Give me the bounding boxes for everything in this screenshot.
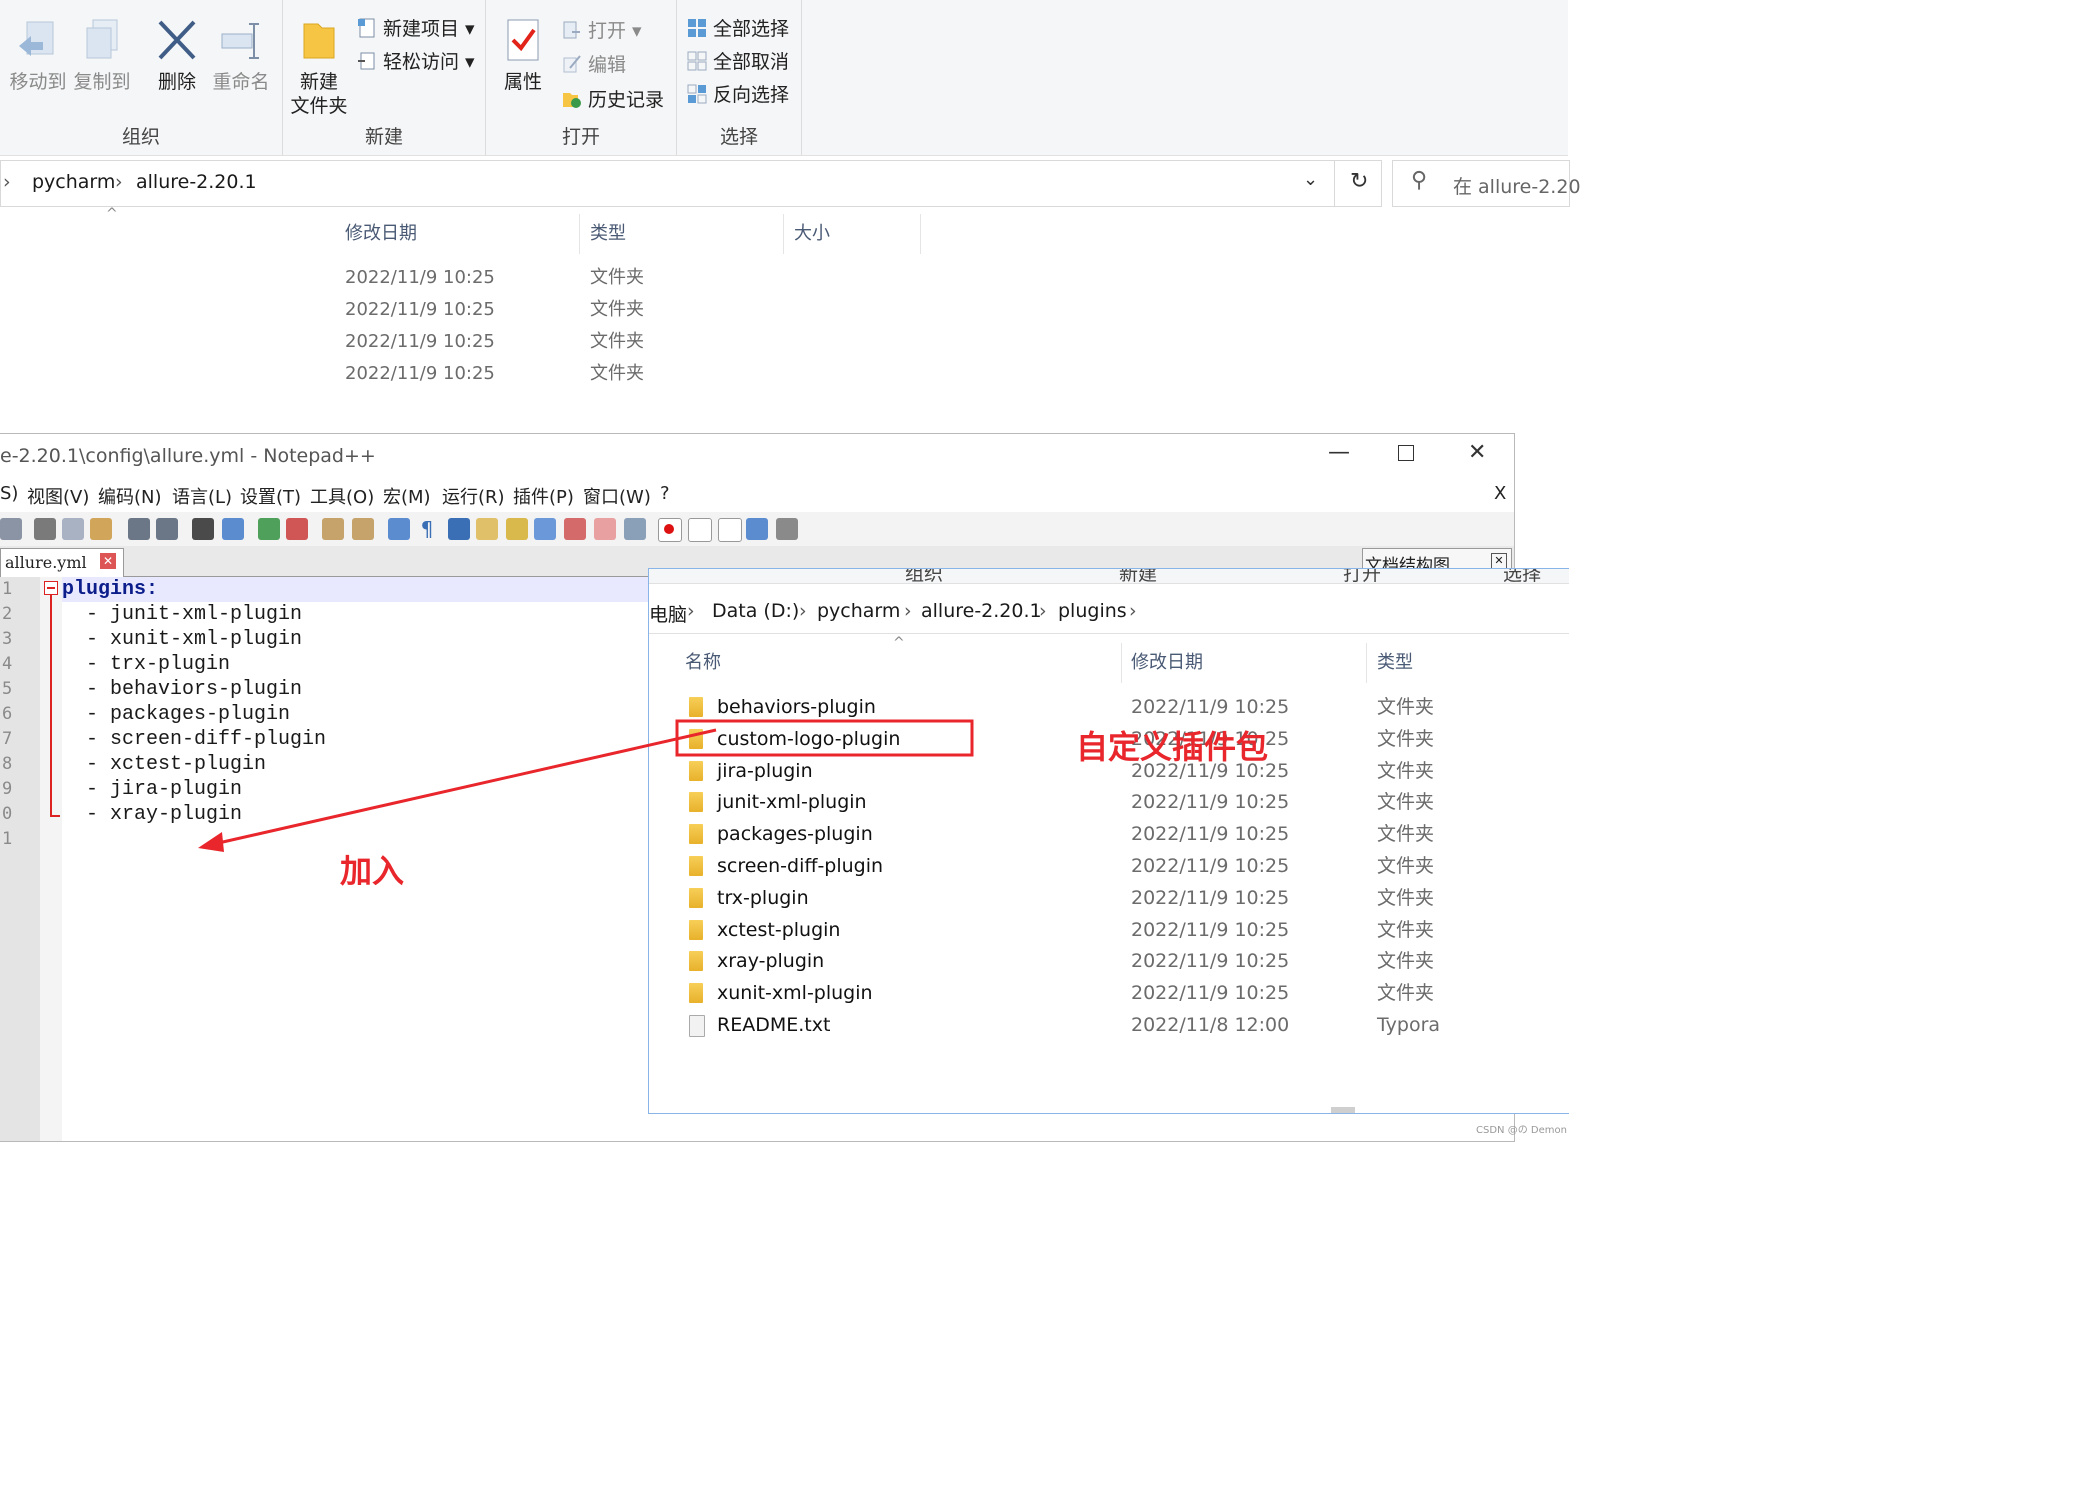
arrow-head	[198, 832, 224, 852]
watermark: CSDN @の Demon	[1476, 1125, 1567, 1136]
annotation-custom-plugin-label: 自定义插件包	[1076, 728, 1269, 766]
highlight-box	[675, 719, 974, 757]
annotation-overlay	[198, 719, 974, 852]
annotation-arrow	[213, 728, 717, 846]
annotation-add-label: 加入	[340, 852, 405, 890]
